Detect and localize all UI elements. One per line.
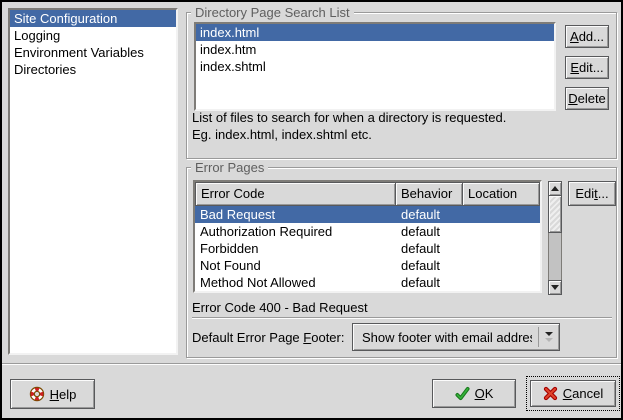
cell-location xyxy=(464,274,540,291)
error-footer-dropdown[interactable]: Show footer with email address xyxy=(352,323,560,351)
cancel-button-focus-ring: Cancel xyxy=(526,376,620,411)
column-header-location[interactable]: Location xyxy=(462,182,540,206)
list-item-index-htm[interactable]: index.htm xyxy=(196,41,554,58)
edit-file-button[interactable]: Edit... xyxy=(565,56,609,79)
cell-location xyxy=(464,206,540,223)
cancel-button-label: Cancel xyxy=(563,386,603,401)
cell-location xyxy=(464,223,540,240)
cell-behavior: default xyxy=(396,206,464,223)
httpd-config-dialog: Site Configuration Logging Environment V… xyxy=(0,0,623,420)
table-row-method-not-allowed[interactable]: Method Not Allowed default xyxy=(195,274,540,291)
directory-frame-title: Directory Page Search List xyxy=(191,5,354,20)
list-item-index-shtml[interactable]: index.shtml xyxy=(196,58,554,75)
caption-line-1: List of files to search for when a direc… xyxy=(192,109,506,126)
error-table-scrollbar[interactable] xyxy=(548,181,562,295)
footer-dropdown-label: Default Error Page Footer: xyxy=(192,325,344,351)
error-frame-separator xyxy=(192,317,612,319)
cell-error-code: Method Not Allowed xyxy=(195,274,396,291)
cell-location xyxy=(464,240,540,257)
error-code-status: Error Code 400 - Bad Request xyxy=(192,299,368,316)
lifebuoy-icon xyxy=(29,386,45,402)
cell-error-code: Forbidden xyxy=(195,240,396,257)
cell-error-code: Bad Request xyxy=(195,206,396,223)
table-row-not-found[interactable]: Not Found default xyxy=(195,257,540,274)
dropdown-indicator-icon xyxy=(538,327,553,347)
sidebar-item-environment-variables[interactable]: Environment Variables xyxy=(10,44,176,61)
cell-behavior: default xyxy=(396,240,464,257)
sidebar-item-site-configuration[interactable]: Site Configuration xyxy=(10,10,176,27)
arrow-down-icon xyxy=(551,285,559,290)
cell-location xyxy=(464,257,540,274)
help-button-label: Help xyxy=(50,387,77,402)
caption-line-2: Eg. index.html, index.shtml etc. xyxy=(192,126,506,143)
scrollbar-thumb[interactable] xyxy=(548,195,562,233)
scrollbar-trough[interactable] xyxy=(549,233,561,280)
delete-button[interactable]: Delete xyxy=(565,87,609,110)
close-icon xyxy=(543,386,558,401)
column-header-error-code[interactable]: Error Code xyxy=(195,182,396,206)
scroll-down-button[interactable] xyxy=(548,280,562,295)
edit-error-button[interactable]: Edit... xyxy=(568,181,616,206)
category-list: Site Configuration Logging Environment V… xyxy=(8,8,178,355)
cancel-button[interactable]: Cancel xyxy=(530,380,616,407)
error-table-header: Error Code Behavior Location xyxy=(195,182,540,206)
add-button[interactable]: Add... xyxy=(565,25,609,48)
cell-behavior: default xyxy=(396,223,464,240)
sidebar-item-logging[interactable]: Logging xyxy=(10,27,176,44)
dropdown-selected-value: Show footer with email address xyxy=(362,330,532,345)
arrow-up-icon xyxy=(551,186,559,191)
error-frame-title: Error Pages xyxy=(191,160,268,175)
column-header-behavior[interactable]: Behavior xyxy=(395,182,463,206)
ok-button-label: OK xyxy=(475,386,494,401)
directory-file-list: index.html index.htm index.shtml xyxy=(194,22,556,111)
scroll-up-button[interactable] xyxy=(548,181,562,196)
cell-error-code: Authorization Required xyxy=(195,223,396,240)
ok-button[interactable]: OK xyxy=(432,379,516,408)
dialog-separator xyxy=(2,363,621,365)
error-table: Error Code Behavior Location Bad Request… xyxy=(193,180,542,293)
cell-behavior: default xyxy=(396,257,464,274)
table-row-bad-request[interactable]: Bad Request default xyxy=(195,206,540,223)
list-item-index-html[interactable]: index.html xyxy=(196,24,554,41)
table-row-authorization-required[interactable]: Authorization Required default xyxy=(195,223,540,240)
cell-error-code: Not Found xyxy=(195,257,396,274)
sidebar-item-directories[interactable]: Directories xyxy=(10,61,176,78)
help-button[interactable]: Help xyxy=(10,379,95,409)
table-row-forbidden[interactable]: Forbidden default xyxy=(195,240,540,257)
cell-behavior: default xyxy=(396,274,464,291)
check-icon xyxy=(455,386,470,401)
directory-list-caption: List of files to search for when a direc… xyxy=(192,109,506,143)
